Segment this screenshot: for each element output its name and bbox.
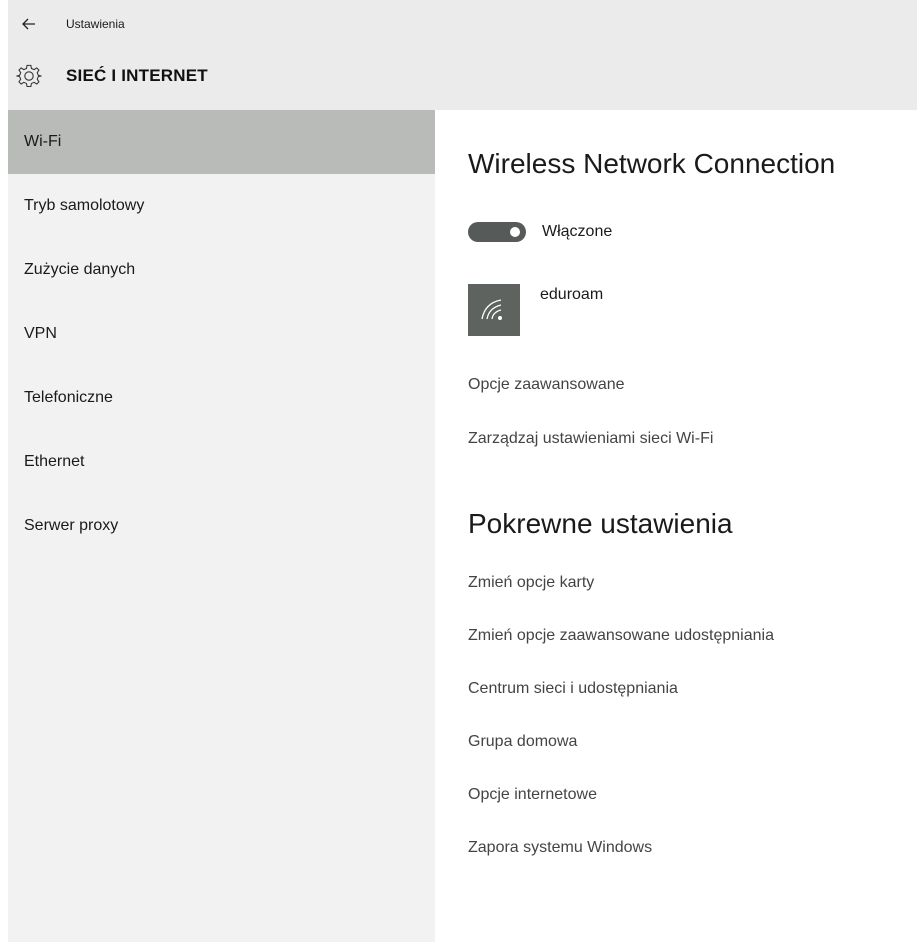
change-adapter-options-link[interactable]: Zmień opcje karty	[468, 574, 594, 592]
sidebar-item-ethernet[interactable]: Ethernet	[8, 430, 435, 494]
settings-window: Ustawienia SIEĆ I INTERNET Wi-Fi Tryb sa…	[0, 0, 917, 942]
sidebar: Wi-Fi Tryb samolotowy Zużycie danych VPN…	[8, 110, 435, 942]
sidebar-item-label: Wi-Fi	[24, 133, 62, 150]
app-title: Ustawienia	[66, 17, 125, 31]
sidebar-item-wifi[interactable]: Wi-Fi	[8, 110, 435, 174]
windows-firewall-link[interactable]: Zapora systemu Windows	[468, 839, 652, 857]
section-title: SIEĆ I INTERNET	[66, 66, 208, 85]
back-button[interactable]	[8, 0, 50, 48]
network-name: eduroam	[540, 286, 604, 303]
advanced-options-link[interactable]: Opcje zaawansowane	[468, 376, 625, 394]
connection-title: Wireless Network Connection	[468, 148, 836, 179]
sidebar-item-dial-up[interactable]: Telefoniczne	[8, 366, 435, 430]
sidebar-item-data-usage[interactable]: Zużycie danych	[8, 238, 435, 302]
wifi-toggle[interactable]	[468, 222, 526, 242]
sidebar-item-label: Serwer proxy	[24, 517, 119, 534]
toggle-label: Włączone	[542, 223, 613, 240]
homegroup-link[interactable]: Grupa domowa	[468, 733, 577, 751]
header: Ustawienia SIEĆ I INTERNET	[8, 0, 917, 110]
related-settings-title: Pokrewne ustawienia	[468, 508, 733, 539]
wifi-toggle-row: Włączone	[468, 222, 612, 242]
sidebar-item-airplane-mode[interactable]: Tryb samolotowy	[8, 174, 435, 238]
titlebar: Ustawienia	[8, 0, 125, 48]
advanced-sharing-options-link[interactable]: Zmień opcje zaawansowane udostępniania	[468, 627, 774, 645]
sidebar-item-vpn[interactable]: VPN	[8, 302, 435, 366]
network-item[interactable]: eduroam	[468, 284, 603, 336]
section-header: SIEĆ I INTERNET	[8, 56, 208, 96]
back-arrow-icon	[22, 18, 35, 30]
manage-wifi-settings-link[interactable]: Zarządzaj ustawieniami sieci Wi-Fi	[468, 430, 713, 448]
toggle-knob	[510, 227, 520, 237]
sidebar-item-label: Tryb samolotowy	[24, 197, 145, 214]
sidebar-item-label: VPN	[24, 325, 57, 342]
internet-options-link[interactable]: Opcje internetowe	[468, 786, 597, 804]
sidebar-item-label: Telefoniczne	[24, 389, 113, 406]
gear-icon	[8, 56, 50, 96]
network-sharing-center-link[interactable]: Centrum sieci i udostępniania	[468, 680, 678, 698]
wifi-signal-icon	[468, 284, 520, 336]
sidebar-item-label: Ethernet	[24, 453, 85, 470]
sidebar-item-label: Zużycie danych	[24, 261, 136, 278]
sidebar-item-proxy[interactable]: Serwer proxy	[8, 494, 435, 558]
